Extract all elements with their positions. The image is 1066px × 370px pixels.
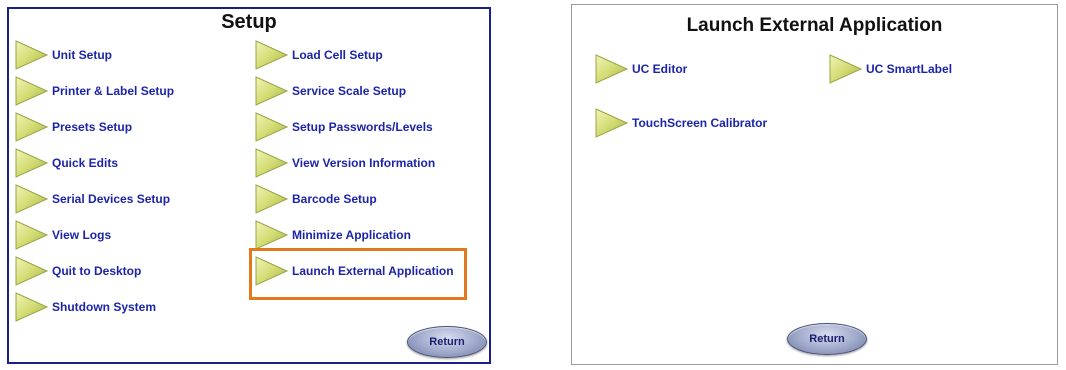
menu-label: Launch External Application (292, 264, 454, 278)
menu-label: TouchScreen Calibrator (632, 116, 768, 130)
menu-label: View Version Information (292, 156, 436, 170)
play-triangle-icon (15, 148, 49, 178)
service-scale-setup-button[interactable]: Service Scale Setup (254, 74, 406, 108)
barcode-setup-button[interactable]: Barcode Setup (254, 182, 377, 216)
play-triangle-icon (15, 112, 49, 142)
launch-external-application-screen: Launch External Application UC Editor UC… (571, 4, 1058, 365)
menu-label: Service Scale Setup (292, 84, 407, 98)
presets-setup-button[interactable]: Presets Setup (14, 110, 132, 144)
menu-label: Minimize Application (292, 228, 411, 242)
menu-label: UC SmartLabel (866, 62, 953, 76)
menu-label: Barcode Setup (292, 192, 377, 206)
return-label: Return (429, 336, 465, 348)
uc-editor-button[interactable]: UC Editor (594, 52, 687, 86)
menu-label: Quick Edits (52, 156, 119, 170)
play-triangle-icon (15, 76, 49, 106)
play-triangle-icon (255, 256, 289, 286)
view-logs-button[interactable]: View Logs (14, 218, 111, 252)
unit-setup-button[interactable]: Unit Setup (14, 38, 112, 72)
quick-edits-button[interactable]: Quick Edits (14, 146, 118, 180)
setup-passwords-levels-button[interactable]: Setup Passwords/Levels (254, 110, 433, 144)
play-triangle-icon (595, 54, 629, 84)
setup-title: Setup (221, 11, 277, 33)
load-cell-setup-button[interactable]: Load Cell Setup (254, 38, 383, 72)
serial-devices-setup-button[interactable]: Serial Devices Setup (14, 182, 170, 216)
menu-label: Serial Devices Setup (52, 192, 171, 206)
play-triangle-icon (595, 108, 629, 138)
setup-screen: Setup Unit Setup Printer & Label Setup P… (7, 7, 491, 364)
play-triangle-icon (255, 148, 289, 178)
menu-label: Setup Passwords/Levels (292, 120, 433, 134)
play-triangle-icon (15, 220, 49, 250)
return-button[interactable]: Return (787, 323, 867, 355)
menu-label: View Logs (52, 228, 112, 242)
play-triangle-icon (255, 112, 289, 142)
view-version-information-button[interactable]: View Version Information (254, 146, 435, 180)
return-label: Return (809, 333, 845, 345)
return-button[interactable]: Return (407, 326, 487, 358)
play-triangle-icon (15, 184, 49, 214)
menu-label: Printer & Label Setup (52, 84, 175, 98)
play-triangle-icon (255, 220, 289, 250)
printer-label-setup-button[interactable]: Printer & Label Setup (14, 74, 174, 108)
shutdown-system-button[interactable]: Shutdown System (14, 290, 156, 324)
play-triangle-icon (255, 76, 289, 106)
menu-label: Shutdown System (52, 300, 157, 314)
play-triangle-icon (15, 40, 49, 70)
launch-external-application-button[interactable]: Launch External Application (254, 254, 454, 288)
play-triangle-icon (15, 256, 49, 286)
menu-label: UC Editor (632, 62, 688, 76)
menu-label: Quit to Desktop (52, 264, 142, 278)
menu-label: Load Cell Setup (292, 48, 383, 62)
play-triangle-icon (255, 184, 289, 214)
menu-label: Unit Setup (52, 48, 112, 62)
play-triangle-icon (829, 54, 863, 84)
quit-to-desktop-button[interactable]: Quit to Desktop (14, 254, 141, 288)
uc-smartlabel-button[interactable]: UC SmartLabel (828, 52, 952, 86)
minimize-application-button[interactable]: Minimize Application (254, 218, 411, 252)
menu-label: Presets Setup (52, 120, 133, 134)
play-triangle-icon (255, 40, 289, 70)
play-triangle-icon (15, 292, 49, 322)
launch-title: Launch External Application (686, 15, 943, 36)
touchscreen-calibrator-button[interactable]: TouchScreen Calibrator (594, 106, 767, 140)
